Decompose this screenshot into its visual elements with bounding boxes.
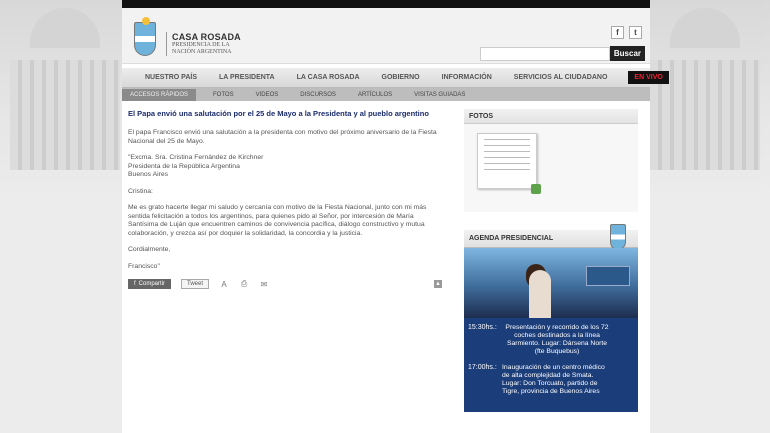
scroll-top-icon[interactable]: ▲ — [434, 280, 442, 288]
site-subtitle-2: NACIÓN ARGENTINA — [172, 49, 232, 55]
agenda-item[interactable]: 15:30hs.: Presentación y recorrido de lo… — [468, 324, 634, 356]
search-button[interactable]: Buscar — [609, 46, 645, 61]
site-header: CASA ROSADA PRESIDENCIA DE LA NACIÓN ARG… — [122, 8, 650, 64]
tweet-label: Tweet — [187, 281, 204, 287]
article-address: "Excma. Sra. Cristina Fernández de Kirch… — [128, 154, 442, 180]
address-line: Buenos Aires — [128, 171, 169, 178]
photos-box — [464, 124, 638, 212]
top-bar — [122, 0, 650, 8]
social-links: f t — [611, 26, 642, 39]
agenda-photo[interactable] — [464, 248, 638, 318]
facebook-icon: f — [134, 281, 136, 287]
agenda-time: 15:30hs.: — [468, 324, 497, 331]
agenda-description: Inauguración de un centro médico de alta… — [502, 364, 605, 395]
nav-item-gobierno[interactable]: GOBIERNO — [371, 74, 431, 81]
site-logo[interactable]: CASA ROSADA PRESIDENCIA DE LA NACIÓN ARG… — [166, 32, 241, 56]
facebook-icon[interactable]: f — [611, 26, 624, 39]
background-building-left — [0, 0, 130, 200]
nav-item-servicios[interactable]: SERVICIOS AL CIUDADANO — [503, 74, 619, 81]
subnav-item-fotos[interactable]: FOTOS — [202, 92, 245, 98]
twitter-icon[interactable]: t — [629, 26, 642, 39]
agenda-description: Presentación y recorrido de los 72 coche… — [505, 324, 609, 355]
print-icon[interactable]: ⎙ — [239, 279, 249, 289]
page-container: CASA ROSADA PRESIDENCIA DE LA NACIÓN ARG… — [122, 0, 669, 433]
search-input[interactable] — [479, 46, 610, 61]
main-nav: NUESTRO PAÍS LA PRESIDENTA LA CASA ROSAD… — [122, 68, 669, 88]
article-paragraph: Me es grato hacerte llegar mi saludo y c… — [128, 204, 427, 237]
main-content: El Papa envió una salutación por el 25 d… — [122, 101, 650, 412]
article-paragraph: Francisco" — [128, 262, 160, 270]
subnav-item-visitas[interactable]: VISITAS GUIADAS — [403, 92, 476, 98]
facebook-share-label: Compartir — [138, 281, 166, 287]
sub-nav: ACCESOS RÁPIDOS FOTOS VIDEOS DISCURSOS A… — [122, 88, 650, 101]
article-paragraph: Cordialmente, — [128, 246, 171, 253]
email-icon[interactable]: ✉ — [259, 280, 269, 289]
nav-item-en-vivo[interactable]: EN VIVO — [628, 71, 669, 84]
gallery-icon[interactable] — [531, 184, 541, 194]
share-toolbar: f Compartir Tweet A ⎙ ✉ ▲ — [128, 279, 442, 289]
site-subtitle-1: PRESIDENCIA DE LA — [172, 42, 230, 48]
coat-of-arms-icon[interactable] — [134, 17, 156, 56]
nav-item-la-casa-rosada[interactable]: LA CASA ROSADA — [286, 74, 371, 81]
nav-item-informacion[interactable]: INFORMACIÓN — [431, 74, 503, 81]
article-paragraph: El papa Francisco envió una salutación a… — [128, 129, 437, 145]
agenda-time: 17:00hs.: — [468, 364, 497, 371]
quick-access-label: ACCESOS RÁPIDOS — [122, 88, 197, 101]
search-bar: Buscar — [479, 46, 645, 61]
agenda-title: AGENDA PRESIDENCIAL — [469, 235, 554, 242]
subnav-item-videos[interactable]: VIDEOS — [245, 92, 290, 98]
article-paragraph: Cristina: — [128, 187, 153, 195]
article: El Papa envió una salutación por el 25 d… — [128, 109, 448, 412]
background-building-right — [640, 0, 770, 200]
subnav-item-articulos[interactable]: ARTÍCULOS — [347, 92, 403, 98]
address-line: Presidenta de la República Argentina — [128, 162, 240, 170]
nav-item-la-presidenta[interactable]: LA PRESIDENTA — [208, 74, 286, 81]
sidebar: FOTOS AGENDA PRESIDENCIAL 15:30hs.: Pres… — [464, 109, 638, 412]
agenda-list: 15:30hs.: Presentación y recorrido de lo… — [464, 318, 638, 412]
article-title: El Papa envió una salutación por el 25 d… — [128, 109, 429, 118]
photo-thumbnail[interactable] — [477, 133, 537, 189]
agenda-item[interactable]: 17:00hs.: Inauguración de un centro médi… — [468, 364, 634, 396]
font-size-icon[interactable]: A — [219, 280, 229, 289]
agenda-heading: AGENDA PRESIDENCIAL — [464, 224, 638, 250]
site-title: CASA ROSADA — [172, 32, 241, 42]
subnav-item-discursos[interactable]: DISCURSOS — [289, 92, 347, 98]
photos-heading: FOTOS — [464, 109, 638, 124]
tweet-button[interactable]: Tweet — [181, 279, 210, 289]
address-line: "Excma. Sra. Cristina Fernández de Kirch… — [128, 154, 264, 161]
nav-item-nuestro-pais[interactable]: NUESTRO PAÍS — [134, 74, 208, 81]
facebook-share-button[interactable]: f Compartir — [128, 279, 172, 289]
coat-of-arms-icon — [610, 224, 626, 250]
